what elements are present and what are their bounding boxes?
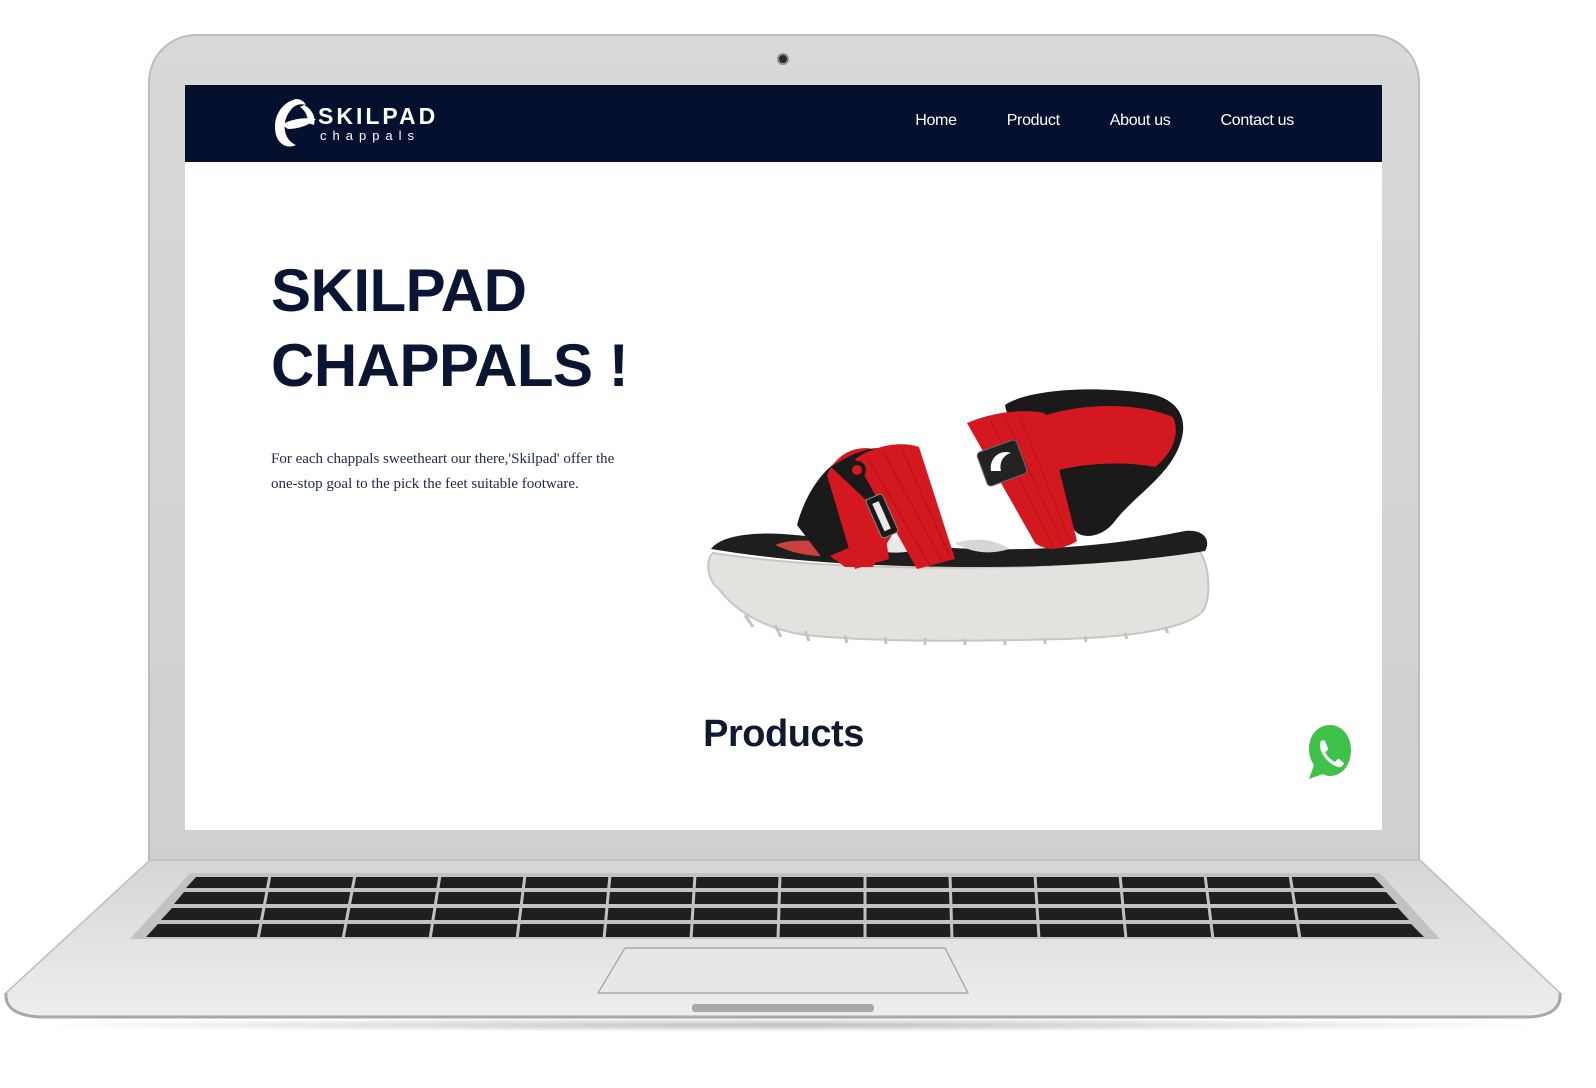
nav-contact-link[interactable]: Contact us xyxy=(1221,112,1295,130)
hero-title-line-1: SKILPAD xyxy=(271,257,527,324)
laptop-screen: SKILPAD chappals Home Product About us C… xyxy=(185,85,1382,830)
logo-wordmark: SKILPAD xyxy=(318,103,439,129)
products-heading: Products xyxy=(703,713,864,755)
nav-product-link[interactable]: Product xyxy=(1007,112,1060,130)
turtle-logo-icon xyxy=(274,99,316,147)
laptop-shadow xyxy=(20,1018,1560,1032)
sandal-product-image xyxy=(707,389,1210,645)
main-nav: Home Product About us Contact us xyxy=(915,112,1294,130)
hero-title-line-2: CHAPPALS ! xyxy=(271,332,629,399)
nav-about-link[interactable]: About us xyxy=(1110,112,1171,130)
navbar: SKILPAD chappals Home Product About us C… xyxy=(185,85,1382,162)
whatsapp-icon xyxy=(1309,725,1351,779)
skilpad-logo[interactable]: SKILPAD chappals xyxy=(270,95,435,151)
camera-icon xyxy=(777,53,789,65)
laptop-base xyxy=(4,859,1562,1019)
hero-title: SKILPAD CHAPPALS ! xyxy=(271,253,691,403)
logo-tagline: chappals xyxy=(320,128,421,143)
nav-home-link[interactable]: Home xyxy=(915,112,957,130)
whatsapp-button[interactable] xyxy=(1307,723,1353,781)
hero-description: For each chappals sweetheart our there,'… xyxy=(271,451,615,492)
